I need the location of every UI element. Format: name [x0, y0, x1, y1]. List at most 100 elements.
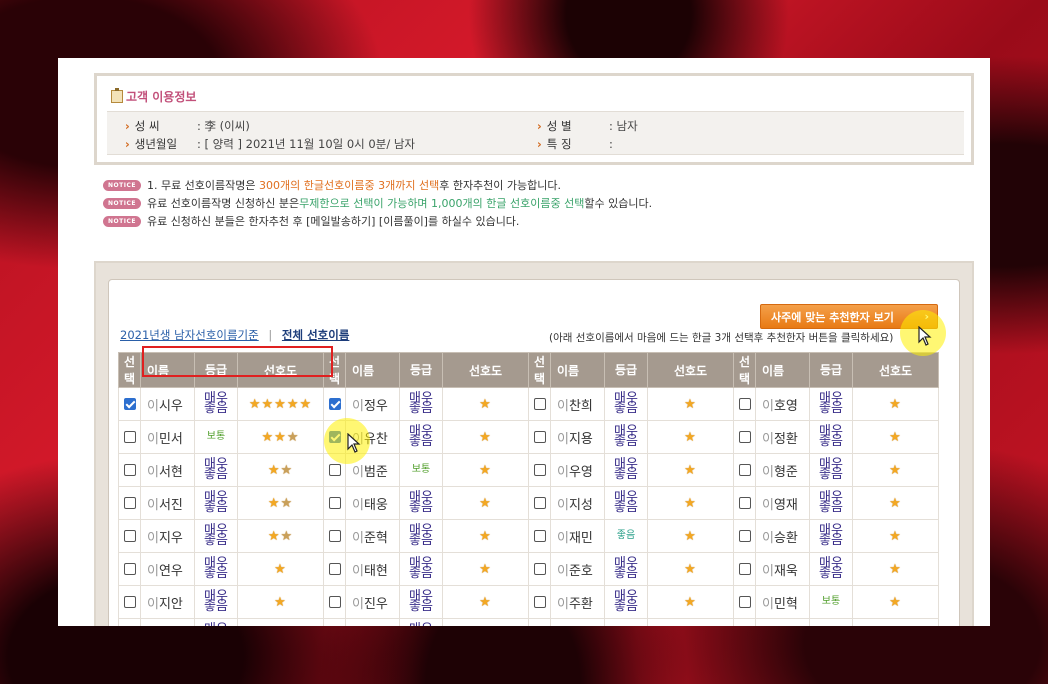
- given-name-text: 우영: [568, 464, 593, 480]
- select-checkbox[interactable]: [533, 398, 546, 410]
- tab-year-names[interactable]: 2021년생 남자선호이름기준: [120, 328, 259, 342]
- preference-rating: ★: [647, 420, 734, 454]
- select-checkbox[interactable]: [533, 497, 546, 509]
- star-icon: ★: [479, 594, 492, 610]
- select-checkbox[interactable]: [533, 563, 546, 575]
- grade-badge: 매우좋음: [194, 519, 238, 553]
- given-name-text: 민서: [158, 431, 183, 447]
- select-checkbox[interactable]: [738, 464, 751, 476]
- given-name-text: 재욱: [773, 563, 798, 579]
- select-checkbox[interactable]: [328, 563, 341, 575]
- select-checkbox[interactable]: [738, 431, 751, 443]
- name-list-card: 사주에 맞는 추천한자 보기 › 2021년생 남자선호이름기준 | 전체 선호…: [108, 279, 960, 626]
- table-row: 이민서 보통 ★★★ 이유찬 매우좋음 ★ 이지용 매우좋음 ★ 이정환 매우좋음 ★: [118, 420, 939, 454]
- star-icon: ★: [889, 594, 902, 610]
- grade-badge: 매우좋음: [604, 453, 648, 487]
- select-checkbox[interactable]: [328, 431, 341, 443]
- given-name-text: 연우: [158, 563, 183, 579]
- preference-rating: ★: [852, 519, 939, 553]
- given-name-text: 정우: [363, 398, 388, 414]
- select-checkbox[interactable]: [123, 398, 136, 410]
- chevron-right-icon: ›: [924, 310, 929, 323]
- preference-rating: ★: [442, 453, 529, 487]
- select-checkbox[interactable]: [738, 530, 751, 542]
- select-checkbox[interactable]: [123, 497, 136, 509]
- star-icon: ★: [261, 396, 275, 412]
- given-name-text: 시우: [158, 398, 183, 414]
- header-name: 이름: [140, 352, 195, 388]
- name-cell: 이민우: [755, 618, 810, 626]
- notice-badge: NOTICE: [103, 197, 141, 209]
- select-checkbox[interactable]: [328, 596, 341, 608]
- name-cell: 이주환: [550, 585, 605, 619]
- header-grade: 등급: [809, 352, 853, 388]
- select-checkbox[interactable]: [328, 497, 341, 509]
- name-cell: 이재욱: [755, 552, 810, 586]
- table-row: 이지안 매우좋음 ★ 이진우 매우좋음 ★ 이주환 매우좋음 ★ 이민혁 보통 ★: [118, 585, 939, 619]
- preference-rating: ★: [237, 585, 324, 619]
- notice-badge: NOTICE: [103, 215, 141, 227]
- select-checkbox[interactable]: [123, 431, 136, 443]
- select-checkbox[interactable]: [123, 530, 136, 542]
- given-name-text: 서진: [158, 497, 183, 513]
- name-cell: 이서진: [140, 486, 195, 520]
- select-checkbox[interactable]: [123, 563, 136, 575]
- star-icon: ★: [479, 495, 492, 511]
- customer-info-title: 고객 이용정보: [111, 88, 196, 105]
- table-row: 이하윤매우좋음★이수호매우좋음★이승민좋음★이민우보통★: [118, 618, 939, 626]
- star-icon: ★: [479, 429, 492, 445]
- name-cell: 이영재: [755, 486, 810, 520]
- surname-text: 이: [762, 431, 774, 447]
- select-checkbox[interactable]: [328, 530, 341, 542]
- grade-badge: 좋음: [604, 618, 648, 626]
- grade-badge: 매우좋음: [194, 453, 238, 487]
- surname-text: 이: [762, 596, 774, 612]
- surname-text: 이: [557, 596, 569, 612]
- star-icon: ★: [479, 396, 492, 412]
- name-list-panel: 사주에 맞는 추천한자 보기 › 2021년생 남자선호이름기준 | 전체 선호…: [94, 261, 974, 626]
- star-icon: ★: [684, 396, 697, 412]
- select-checkbox[interactable]: [533, 431, 546, 443]
- surname-text: 이: [352, 563, 364, 579]
- name-cell: 이진우: [345, 585, 400, 619]
- select-checkbox[interactable]: [738, 398, 751, 410]
- select-checkbox[interactable]: [738, 497, 751, 509]
- select-checkbox[interactable]: [738, 596, 751, 608]
- preference-rating: ★: [852, 486, 939, 520]
- select-checkbox[interactable]: [328, 464, 341, 476]
- given-name-text: 주환: [568, 596, 593, 612]
- select-checkbox[interactable]: [533, 530, 546, 542]
- info-row-surname: 성 씨: 李 (이씨): [125, 118, 250, 134]
- preference-rating: ★: [442, 387, 529, 421]
- given-name-text: 태웅: [363, 497, 388, 513]
- grade-badge: 매우좋음: [604, 486, 648, 520]
- recommend-hanja-button[interactable]: 사주에 맞는 추천한자 보기 ›: [760, 304, 938, 329]
- select-checkbox[interactable]: [533, 464, 546, 476]
- clipboard-icon: [111, 88, 123, 103]
- preference-rating: ★: [647, 387, 734, 421]
- select-checkbox[interactable]: [123, 464, 136, 476]
- select-checkbox[interactable]: [328, 398, 341, 410]
- notice-1: NOTICE 1. 무료 선호이름작명은 300개의 한글선호이름중 3개까지 …: [103, 177, 561, 193]
- tab-all-names[interactable]: 전체 선호이름: [282, 328, 349, 342]
- info-row-gender: 성 별: 남자: [537, 118, 638, 134]
- grade-badge: 매우좋음: [194, 387, 238, 421]
- select-checkbox[interactable]: [533, 596, 546, 608]
- star-icon: ★: [889, 462, 902, 478]
- given-name-text: 태현: [363, 563, 388, 579]
- preference-rating: ★: [442, 585, 529, 619]
- select-checkbox[interactable]: [123, 596, 136, 608]
- grade-badge: 매우좋음: [809, 519, 853, 553]
- surname-text: 이: [557, 464, 569, 480]
- preference-rating: ★★★: [237, 420, 324, 454]
- name-cell: 이형준: [755, 453, 810, 487]
- notice-3: NOTICE 유료 신청하신 분들은 한자추천 후 [메일발송하기] [이름풀이…: [103, 213, 519, 229]
- header-grade: 등급: [604, 352, 648, 388]
- given-name-text: 승환: [773, 530, 798, 546]
- info-row-birth: 생년월일: [ 양력 ] 2021년 11월 10일 0시 0분/ 남자: [125, 136, 415, 152]
- preference-rating: ★: [442, 618, 529, 626]
- header-name: 이름: [550, 352, 605, 388]
- name-cell: 이재민: [550, 519, 605, 553]
- header-name: 이름: [755, 352, 810, 388]
- select-checkbox[interactable]: [738, 563, 751, 575]
